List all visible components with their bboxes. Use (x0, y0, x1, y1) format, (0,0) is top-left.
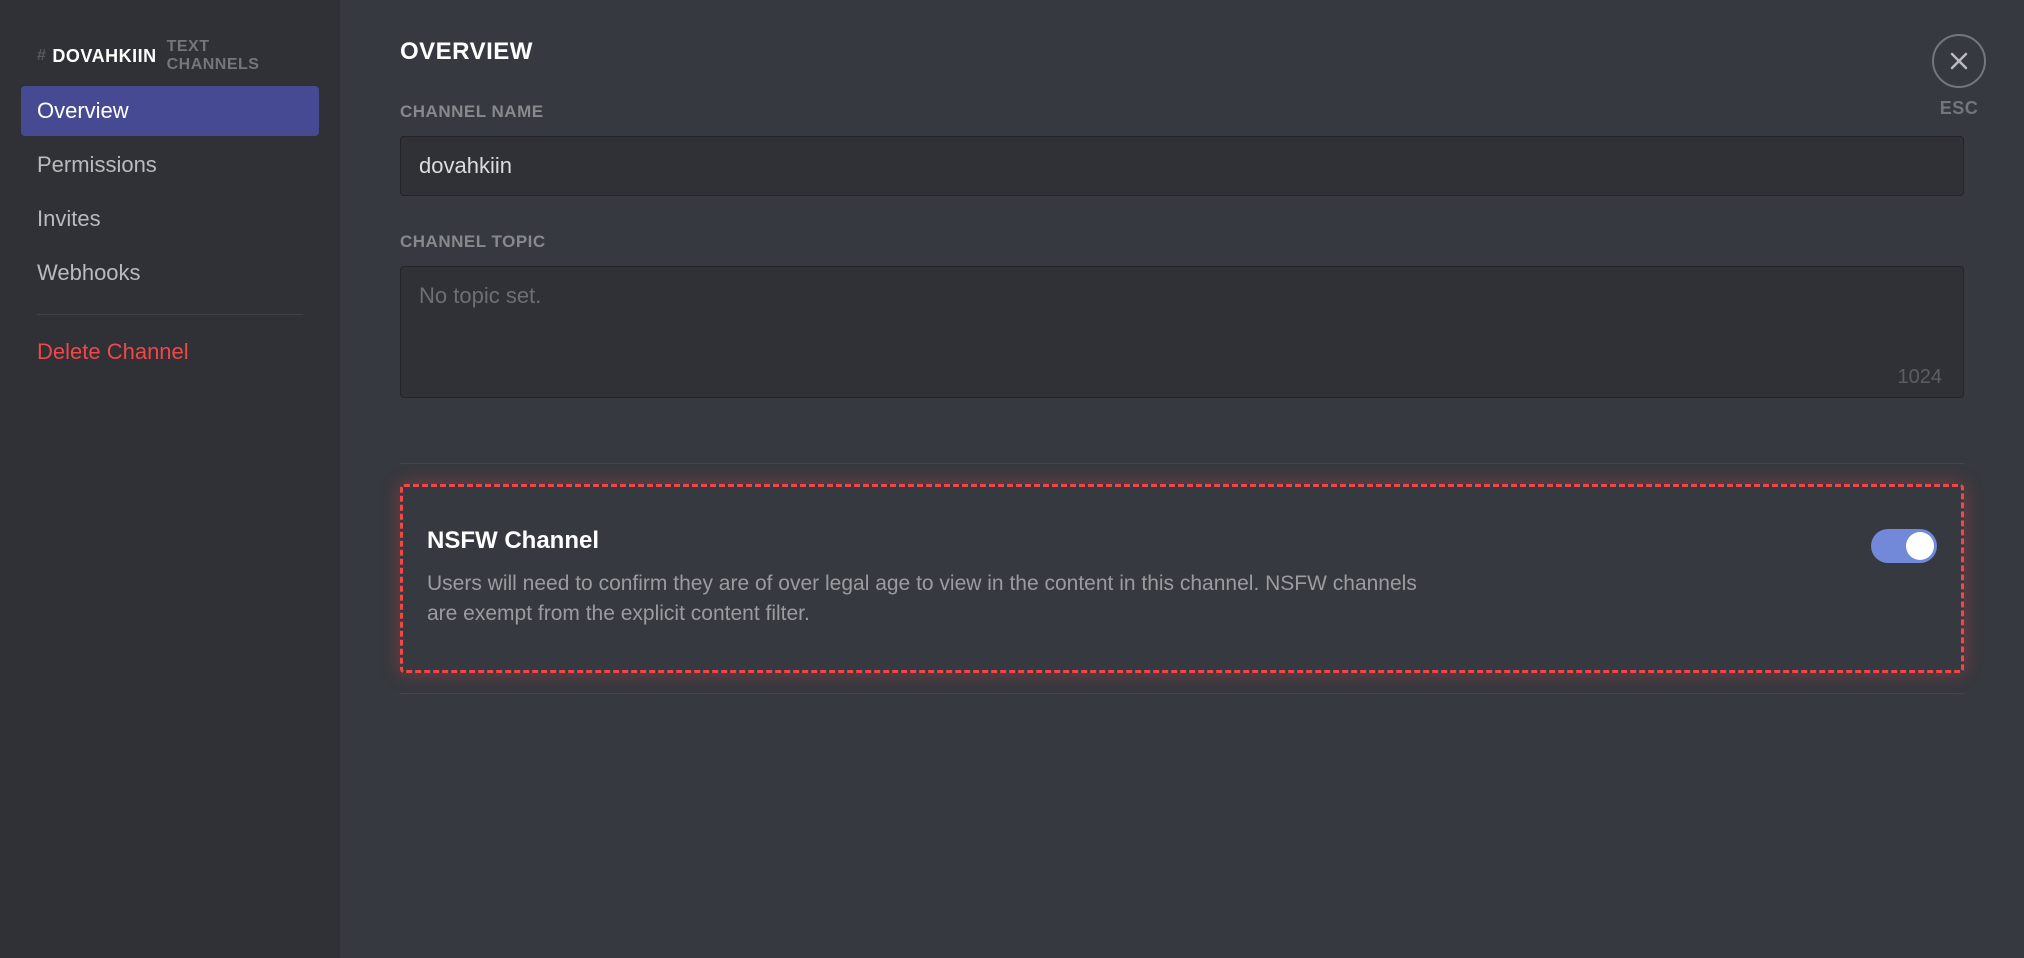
sidebar-item-invites[interactable]: Invites (21, 194, 319, 244)
nsfw-text: NSFW Channel Users will need to confirm … (427, 527, 1437, 630)
nsfw-toggle[interactable] (1871, 529, 1937, 563)
toggle-knob (1906, 532, 1934, 560)
sidebar-item-overview[interactable]: Overview (21, 86, 319, 136)
nsfw-row: NSFW Channel Users will need to confirm … (427, 527, 1937, 630)
nsfw-section: NSFW Channel Users will need to confirm … (400, 484, 1964, 673)
sidebar-divider (37, 314, 303, 315)
main-content: ESC OVERVIEW CHANNEL NAME CHANNEL TOPIC … (340, 0, 2024, 958)
nsfw-description: Users will need to confirm they are of o… (427, 569, 1437, 630)
section-divider (400, 463, 1964, 464)
channel-topic-wrap: 1024 (400, 266, 1964, 403)
channel-name-input[interactable] (400, 136, 1964, 196)
channel-name-label: CHANNEL NAME (400, 102, 1964, 122)
page-title: OVERVIEW (400, 38, 1964, 66)
sidebar-header: # DOVAHKIIN TEXT CHANNELS (21, 38, 319, 86)
sidebar-item-label: Invites (37, 206, 101, 231)
sidebar-item-delete-channel[interactable]: Delete Channel (21, 327, 319, 377)
settings-sidebar: # DOVAHKIIN TEXT CHANNELS Overview Permi… (0, 0, 340, 958)
sidebar-item-permissions[interactable]: Permissions (21, 140, 319, 190)
close-area: ESC (1932, 34, 1986, 119)
close-button[interactable] (1932, 34, 1986, 88)
sidebar-channel-name: DOVAHKIIN (52, 46, 156, 67)
char-counter: 1024 (1898, 366, 1943, 389)
sidebar-channel-type: TEXT CHANNELS (167, 38, 303, 74)
sidebar-item-label: Permissions (37, 152, 157, 177)
sidebar-item-label: Webhooks (37, 260, 141, 285)
close-icon (1947, 49, 1971, 73)
nsfw-title: NSFW Channel (427, 527, 1437, 555)
channel-topic-label: CHANNEL TOPIC (400, 232, 1964, 252)
section-divider (400, 693, 1964, 694)
sidebar-item-webhooks[interactable]: Webhooks (21, 248, 319, 298)
hash-icon: # (37, 47, 46, 65)
sidebar-item-label: Overview (37, 98, 129, 123)
esc-label: ESC (1940, 98, 1979, 119)
channel-topic-input[interactable] (400, 266, 1964, 398)
sidebar-item-label: Delete Channel (37, 339, 189, 364)
